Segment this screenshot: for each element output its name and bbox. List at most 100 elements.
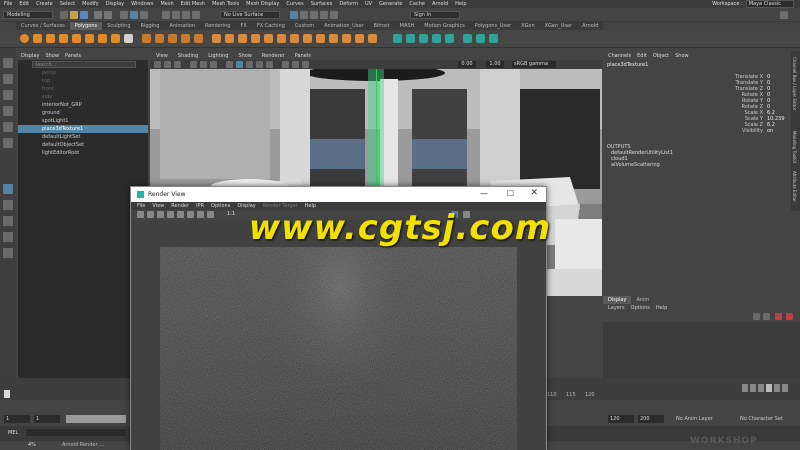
channel-menu-channels[interactable]: Channels [608, 53, 631, 59]
outliner-menu-display[interactable]: Display [21, 53, 39, 59]
start-frame-field[interactable]: 1 [4, 415, 30, 423]
layer-tab-anim[interactable]: Anim [631, 296, 654, 304]
outliner-layout-icon[interactable] [3, 248, 13, 258]
channel-menu-edit[interactable]: Edit [637, 53, 647, 59]
colorspace-dropdown[interactable]: sRGB gamma [512, 61, 556, 68]
new-scene-icon[interactable] [60, 11, 68, 19]
menu-mesh-tools[interactable]: Mesh Tools [212, 1, 239, 7]
extrude-icon[interactable] [212, 34, 221, 43]
xray-icon[interactable] [282, 61, 289, 68]
tab-curves-surfaces[interactable]: Curves / Surfaces [16, 22, 70, 30]
channel-menu-show[interactable]: Show [675, 53, 689, 59]
menu-cache[interactable]: Cache [409, 1, 425, 7]
fill-hole-icon[interactable] [290, 34, 299, 43]
outliner-item-spotlight[interactable]: spotLight1 [18, 117, 148, 125]
tab-animation-user[interactable]: Animation_User [319, 22, 368, 30]
close-icon[interactable]: ✕ [530, 188, 538, 198]
poly-cylinder-icon[interactable] [46, 34, 55, 43]
uv-layout-icon[interactable] [463, 34, 472, 43]
menu-generate[interactable]: Generate [379, 1, 402, 7]
poly-platonic-icon[interactable] [111, 34, 120, 43]
image-plane-icon[interactable] [174, 61, 181, 68]
poly-sphere-icon[interactable] [20, 34, 29, 43]
boolean-icon[interactable] [181, 34, 190, 43]
outliner-item-light-editor-root[interactable]: lightEditorRoot [18, 149, 148, 157]
select-hierarchy-icon[interactable] [120, 11, 128, 19]
outliner-search-field[interactable]: search... [32, 61, 136, 68]
outliner-item-persp[interactable]: persp [18, 69, 148, 77]
channel-row[interactable]: Visibility on [603, 128, 800, 134]
range-start-field[interactable]: 1 [34, 415, 60, 423]
reduce-icon[interactable] [368, 34, 377, 43]
hypershade-icon[interactable] [320, 11, 328, 19]
outliner-item-front[interactable]: front [18, 85, 148, 93]
render-frame-icon[interactable] [290, 11, 298, 19]
menu-help[interactable]: Help [455, 1, 466, 7]
svg-icon[interactable] [124, 34, 133, 43]
bevel-icon[interactable] [238, 34, 247, 43]
command-input[interactable] [26, 429, 126, 436]
output-node[interactable]: aiVolumeScattering [603, 162, 800, 168]
range-end-field[interactable]: 120 [608, 415, 634, 423]
go-to-end-icon[interactable] [782, 384, 788, 392]
uv-spherical-icon[interactable] [419, 34, 428, 43]
tab-xgen[interactable]: XGen [516, 22, 540, 30]
layer-menu-help[interactable]: Help [656, 304, 667, 312]
menu-select[interactable]: Select [60, 1, 75, 7]
side-tab-attribute-editor[interactable]: Attribute Editor [792, 171, 797, 202]
tab-mash[interactable]: MASH [395, 22, 420, 30]
render-settings-icon[interactable] [310, 11, 318, 19]
channel-menu-object[interactable]: Object [653, 53, 669, 59]
tab-fx-caching[interactable]: FX Caching [252, 22, 290, 30]
viewport-menu-show[interactable]: Show [238, 53, 252, 59]
textured-icon[interactable] [246, 61, 253, 68]
step-back-icon[interactable] [750, 384, 756, 392]
menu-file[interactable]: File [4, 1, 12, 7]
layer-menu-options[interactable]: Options [631, 304, 650, 312]
save-scene-icon[interactable] [80, 11, 88, 19]
separate-icon[interactable] [155, 34, 164, 43]
sign-in-dropdown[interactable]: Sign In [410, 11, 460, 19]
move-tool-icon[interactable] [3, 106, 13, 116]
open-scene-icon[interactable] [70, 11, 78, 19]
outliner-item-ground[interactable]: ground [18, 109, 148, 117]
outliner-item-interior-grp[interactable]: interiorNot_GRP [18, 101, 148, 109]
snap-curve-icon[interactable] [172, 11, 180, 19]
go-to-start-icon[interactable] [742, 384, 748, 392]
select-object-icon[interactable] [130, 11, 138, 19]
mode-dropdown[interactable]: Modeling [3, 11, 53, 19]
undo-icon[interactable] [94, 11, 102, 19]
render-view-titlebar[interactable]: Render View — ☐ ✕ [131, 187, 546, 202]
tab-polygons-user[interactable]: Polygons_User [470, 22, 516, 30]
arnold-render-icon[interactable] [330, 11, 338, 19]
menu-edit-mesh[interactable]: Edit Mesh [181, 1, 205, 7]
tab-sculpting[interactable]: Sculpting [102, 22, 135, 30]
tab-xgen-user[interactable]: XGen_User [540, 22, 577, 30]
shadows-icon[interactable] [266, 61, 273, 68]
mirror-icon[interactable] [194, 34, 203, 43]
uv-cut-icon[interactable] [489, 34, 498, 43]
layer-menu-layers[interactable]: Layers [608, 304, 625, 312]
tab-rigging[interactable]: Rigging [136, 22, 165, 30]
mel-label[interactable]: MEL [8, 430, 18, 436]
outliner-item-place3dtexture[interactable]: place3dTexture1 [18, 125, 148, 133]
channel-attr-value[interactable]: on [767, 128, 773, 134]
tab-arnold[interactable]: Arnold [577, 22, 603, 30]
target-weld-icon[interactable] [277, 34, 286, 43]
side-tab-channel-box[interactable]: Channel Box / Layer Editor [792, 57, 797, 110]
new-layer-icon[interactable] [775, 313, 782, 320]
use-all-lights-icon[interactable] [256, 61, 263, 68]
outliner-item-top[interactable]: top [18, 77, 148, 85]
combine-icon[interactable] [142, 34, 151, 43]
layer-tab-display[interactable]: Display [603, 296, 632, 304]
play-forward-icon[interactable] [766, 384, 772, 392]
maximize-icon[interactable]: ☐ [507, 189, 514, 198]
menu-uv[interactable]: UV [365, 1, 372, 7]
menu-deform[interactable]: Deform [339, 1, 358, 7]
camera-attributes-icon[interactable] [154, 61, 161, 68]
tab-fx[interactable]: FX [236, 22, 252, 30]
viewport-menu-view[interactable]: View [156, 53, 168, 59]
select-component-icon[interactable] [140, 11, 148, 19]
smooth-shade-icon[interactable] [236, 61, 243, 68]
range-slider-bar[interactable] [66, 415, 126, 423]
